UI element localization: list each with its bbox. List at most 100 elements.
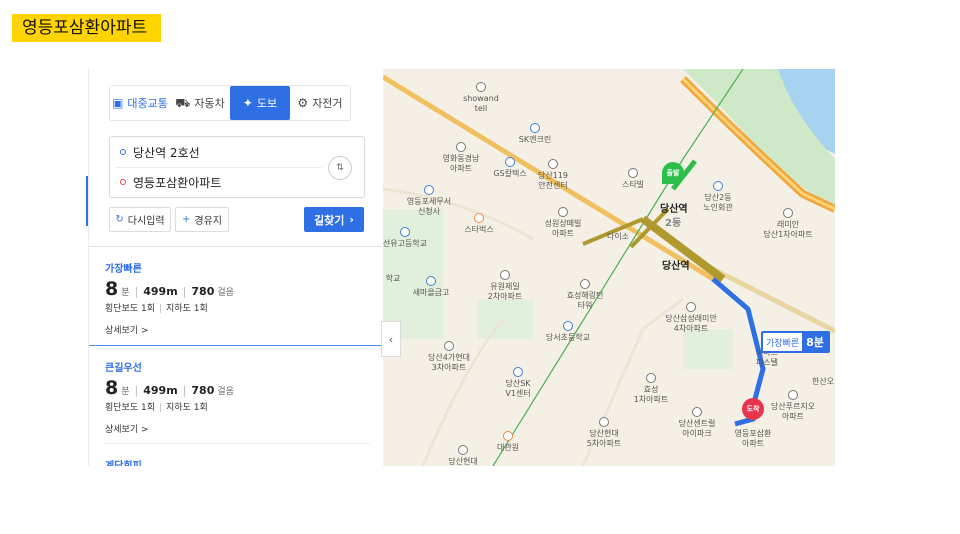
poi-marker-icon[interactable] — [400, 227, 410, 237]
separator: | — [159, 403, 163, 413]
poi-label: 한산오 — [811, 377, 835, 386]
option-summary: 8 분 | 499m | 780 걸음 — [105, 278, 360, 300]
option-time: 8 — [105, 377, 119, 399]
tab-bike[interactable]: ⚙ 자전거 — [290, 86, 350, 120]
option-steps: 780 — [191, 285, 215, 298]
plus-icon: + — [182, 214, 191, 225]
poi-marker-icon[interactable] — [628, 168, 638, 178]
selected-option-line — [89, 345, 384, 346]
detail-link[interactable]: 상세보기 > — [105, 323, 360, 336]
origin-field[interactable]: 당산역 2호선 — [120, 138, 200, 166]
option-underpass: 지하도 1회 — [166, 304, 208, 314]
poi-label: 당산4가현대 3차아파트 — [428, 353, 470, 372]
option-steps: 780 — [191, 384, 215, 397]
poi-label: 당산센트럴 아이파크 — [678, 419, 716, 438]
option-label: 계단회피 — [105, 457, 360, 466]
poi-label: 성원상떼빌 아파트 — [544, 219, 582, 238]
poi-marker-icon[interactable] — [548, 159, 558, 169]
tab-bike-label: 자전거 — [312, 97, 343, 110]
swap-icon[interactable]: ⇅ — [328, 156, 352, 180]
poi-label: 당산푸르지오 아파트 — [770, 402, 816, 421]
start-marker[interactable]: 출발 — [662, 162, 684, 184]
poi-marker-icon[interactable] — [456, 142, 466, 152]
poi-marker-icon[interactable] — [426, 276, 436, 286]
poi-marker-icon[interactable] — [513, 367, 523, 377]
route-option-fastest[interactable]: 가장빠른 8 분 | 499m | 780 걸음 횡단보도 1회 | 지하도 1회 … — [105, 260, 360, 336]
poi-marker-icon[interactable] — [713, 181, 723, 191]
poi-marker-icon[interactable] — [783, 208, 793, 218]
section-divider — [89, 246, 384, 247]
poi-marker-icon[interactable] — [580, 279, 590, 289]
option-underpass: 지하도 1회 — [166, 403, 208, 413]
search-route-button[interactable]: 길찾기 › — [304, 207, 364, 232]
poi-marker-icon[interactable] — [692, 407, 702, 417]
poi-marker-icon[interactable] — [686, 302, 696, 312]
separator: | — [134, 285, 139, 298]
poi-label: 유원제일 2차아파트 — [487, 282, 523, 301]
poi-marker-icon[interactable] — [788, 390, 798, 400]
separator: | — [182, 384, 187, 397]
poi-label: 영등포삼환 아파트 — [734, 429, 772, 448]
tab-walk[interactable]: ✦ 도보 — [230, 86, 290, 120]
poi-label: 학교 — [385, 274, 401, 283]
origin-dot-icon — [120, 149, 126, 155]
poi-label: 다이소 — [606, 232, 630, 241]
directions-panel: ▣ 대중교통 ⛟ 자동차 ✦ 도보 ⚙ 자전거 × 당산역 2호선 영등포삼환아… — [88, 69, 384, 466]
add-waypoint-button[interactable]: + 경유지 — [175, 207, 229, 232]
poi-marker-icon[interactable] — [599, 417, 609, 427]
option-time: 8 — [105, 278, 119, 300]
end-marker[interactable]: 도착 — [742, 398, 764, 420]
waypoint-button-label: 경유지 — [194, 216, 222, 227]
option-crosswalk: 횡단보도 1회 — [105, 304, 155, 314]
separator: | — [182, 285, 187, 298]
poi-marker-icon[interactable] — [530, 123, 540, 133]
walk-icon: ✦ — [242, 96, 253, 110]
page-title: 영등포삼환아파트 — [12, 14, 162, 42]
chevron-left-icon[interactable]: ‹ — [381, 321, 401, 357]
poi-marker-icon[interactable] — [646, 373, 656, 383]
poi-label: GS칼텍스 — [493, 169, 527, 178]
detail-link[interactable]: 상세보기 > — [105, 422, 360, 435]
poi-marker-icon[interactable] — [563, 321, 573, 331]
poi-marker-icon[interactable] — [458, 445, 468, 455]
poi-marker-icon[interactable] — [474, 213, 484, 223]
route-time-badge[interactable]: 가장빠른 8분 — [761, 331, 830, 353]
badge-time: 8분 — [802, 333, 828, 351]
option-crosswalk: 횡단보도 1회 — [105, 403, 155, 413]
poi-marker-icon[interactable] — [500, 270, 510, 280]
tab-car[interactable]: ⛟ 자동차 — [170, 86, 230, 120]
poi-label: 영등포세무서 신청사 — [406, 197, 452, 216]
map-view[interactable]: showand tell SK엔크린 영화동경남 아파트 GS칼텍스 당산119 안전… — [383, 69, 835, 466]
poi-label: 스타벅스 — [464, 225, 494, 234]
tab-walk-label: 도보 — [256, 97, 278, 110]
search-button-label: 길찾기 — [314, 213, 345, 227]
chevron-right-icon: › — [349, 213, 354, 226]
option-distance: 499m — [143, 285, 178, 298]
station-label-top[interactable]: 당산역 — [660, 200, 688, 215]
poi-marker-icon[interactable] — [503, 431, 513, 441]
poi-label: 영화동경남 아파트 — [442, 154, 480, 173]
tab-transit-label: 대중교통 — [127, 97, 168, 110]
poi-marker-icon[interactable] — [505, 157, 515, 167]
map-canvas — [383, 69, 835, 466]
destination-field[interactable]: 영등포삼환아파트 — [120, 168, 221, 196]
separator: | — [159, 304, 163, 314]
poi-label: 당산삼성래미안 4차아파트 — [665, 314, 717, 333]
reset-button[interactable]: ↻ 다시입력 — [109, 207, 171, 232]
station-label-main[interactable]: 당산역 — [662, 257, 690, 272]
poi-marker-icon[interactable] — [558, 207, 568, 217]
route-option-avoid-stairs[interactable]: 계단회피 — [105, 457, 360, 466]
bike-icon: ⚙ — [297, 96, 309, 110]
poi-marker-icon[interactable] — [424, 185, 434, 195]
poi-label: 래미안 당산1차아파트 — [763, 220, 813, 239]
route-option-main-road[interactable]: 큰길우선 8 분 | 499m | 780 걸음 횡단보도 1회 | 지하도 1회 … — [105, 359, 360, 435]
poi-marker-icon[interactable] — [476, 82, 486, 92]
option-label: 큰길우선 — [105, 363, 142, 374]
poi-label: 당산현대 — [448, 457, 478, 466]
poi-label: 당산119 안전센터 — [538, 171, 568, 190]
option-steps-unit: 걸음 — [217, 387, 234, 397]
option-label: 가장빠른 — [105, 264, 142, 275]
poi-marker-icon[interactable] — [444, 341, 454, 351]
option-summary: 8 분 | 499m | 780 걸음 — [105, 377, 360, 399]
tab-transit[interactable]: ▣ 대중교통 — [110, 86, 170, 120]
